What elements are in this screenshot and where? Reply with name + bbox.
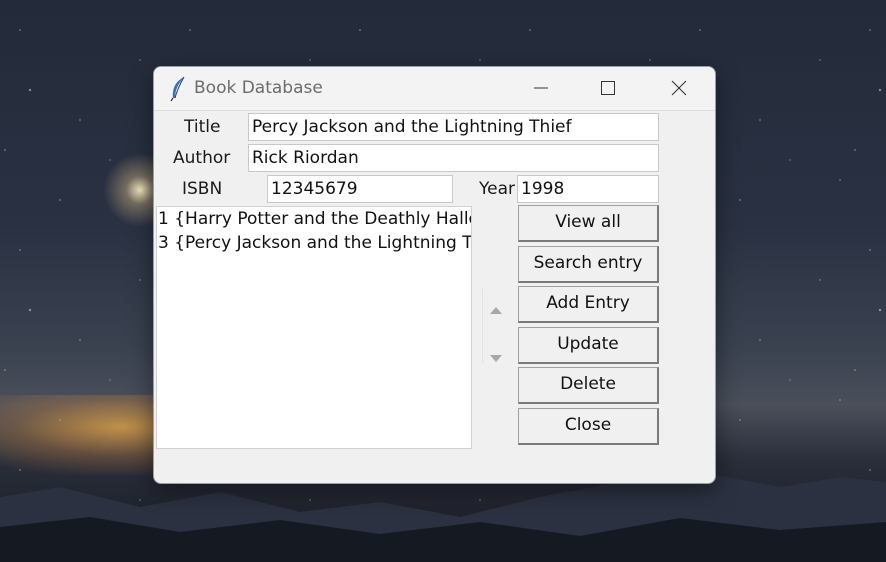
- add-entry-button[interactable]: Add Entry: [518, 286, 659, 323]
- close-button[interactable]: Close: [518, 408, 659, 445]
- delete-button[interactable]: Delete: [518, 367, 659, 404]
- list-scrollbar[interactable]: [482, 289, 509, 363]
- feather-icon: [168, 76, 188, 102]
- close-window-button[interactable]: [656, 67, 702, 110]
- title-label: Title: [184, 117, 221, 137]
- title-input[interactable]: Percy Jackson and the Lightning Thief: [248, 113, 659, 141]
- update-button[interactable]: Update: [518, 327, 659, 364]
- view-all-button[interactable]: View all: [518, 205, 659, 242]
- title-bar[interactable]: Book Database: [154, 67, 715, 111]
- close-icon: [671, 80, 687, 96]
- author-input[interactable]: Rick Riordan: [248, 144, 659, 172]
- maximize-button[interactable]: [585, 67, 631, 110]
- scroll-down-arrow-icon[interactable]: [490, 348, 502, 367]
- author-label: Author: [173, 148, 231, 168]
- year-label: Year: [479, 179, 515, 199]
- book-list[interactable]: 1 {Harry Potter and the Deathly Hallows …: [156, 206, 472, 449]
- window-title: Book Database: [194, 78, 323, 98]
- minimize-button[interactable]: [518, 67, 564, 110]
- scroll-up-arrow-icon[interactable]: [490, 299, 502, 318]
- year-input[interactable]: 1998: [517, 175, 659, 203]
- isbn-input[interactable]: 12345679: [267, 175, 453, 203]
- isbn-label: ISBN: [182, 179, 223, 199]
- list-item[interactable]: 3 {Percy Jackson and the Lightning Thief: [157, 231, 471, 255]
- minimize-icon: [534, 87, 548, 89]
- list-item[interactable]: 1 {Harry Potter and the Deathly Hallows: [157, 207, 471, 231]
- book-database-window: Book Database Title Percy Jackson and th…: [153, 66, 716, 484]
- search-entry-button[interactable]: Search entry: [518, 246, 659, 283]
- maximize-icon: [601, 81, 615, 95]
